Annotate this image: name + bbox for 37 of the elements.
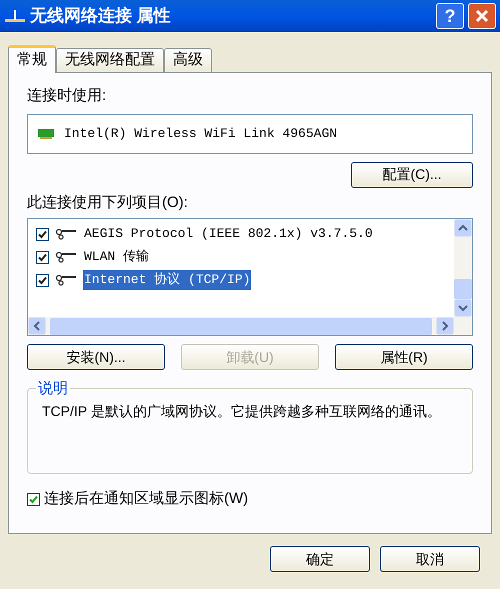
dialog-button[interactable]: 取消 bbox=[380, 546, 480, 572]
notify-label: 连接后在通知区域显示图标(W) bbox=[44, 489, 248, 509]
close-button[interactable] bbox=[468, 3, 496, 29]
components-label: 此连接使用下列项目(O): bbox=[27, 192, 189, 212]
scroll-down-icon[interactable] bbox=[454, 299, 472, 317]
window-title: 无线网络连接 属性 bbox=[30, 5, 172, 28]
checkbox[interactable] bbox=[27, 492, 40, 506]
scroll-up-icon[interactable] bbox=[454, 219, 472, 237]
tab[interactable]: 无线网络配置 bbox=[56, 48, 164, 72]
scroll-right-icon[interactable] bbox=[436, 317, 454, 335]
network-component-icon bbox=[55, 251, 77, 263]
component-item[interactable]: Internet 协议 (TCP/IP) bbox=[83, 270, 252, 290]
tab[interactable]: 常规 bbox=[8, 45, 56, 73]
vertical-scrollbar[interactable] bbox=[454, 219, 472, 317]
scroll-thumb[interactable] bbox=[50, 318, 432, 334]
network-component-icon bbox=[55, 274, 77, 286]
checkbox[interactable] bbox=[36, 274, 49, 286]
help-button[interactable]: ? bbox=[436, 3, 464, 29]
network-icon bbox=[4, 8, 26, 24]
component-item[interactable]: WLAN 传输 bbox=[83, 247, 150, 267]
component-item[interactable]: AEGIS Protocol (IEEE 802.1x) v3.7.5.0 bbox=[83, 224, 374, 244]
scroll-left-icon[interactable] bbox=[28, 317, 46, 335]
action-button[interactable]: 属性(R) bbox=[335, 344, 473, 370]
adapter-name: Intel(R) Wireless WiFi Link 4965AGN bbox=[64, 124, 338, 143]
network-component-icon bbox=[55, 228, 77, 240]
horizontal-scrollbar[interactable] bbox=[28, 317, 472, 335]
checkbox[interactable] bbox=[36, 250, 49, 264]
network-card-icon bbox=[38, 128, 56, 140]
close-icon bbox=[475, 9, 489, 23]
dialog-button[interactable]: 确定 bbox=[270, 546, 370, 572]
scroll-thumb[interactable] bbox=[454, 279, 472, 299]
description-text: TCP/IP 是默认的广域网协议。它提供跨越多种互联网络的通讯。 bbox=[42, 403, 442, 419]
checkbox[interactable] bbox=[36, 228, 49, 240]
connect-using-label: 连接时使用: bbox=[27, 86, 108, 106]
configure-button[interactable]: 配置(C)... bbox=[351, 162, 473, 188]
tab[interactable]: 高级 bbox=[164, 48, 212, 72]
action-button[interactable]: 安装(N)... bbox=[27, 344, 165, 370]
